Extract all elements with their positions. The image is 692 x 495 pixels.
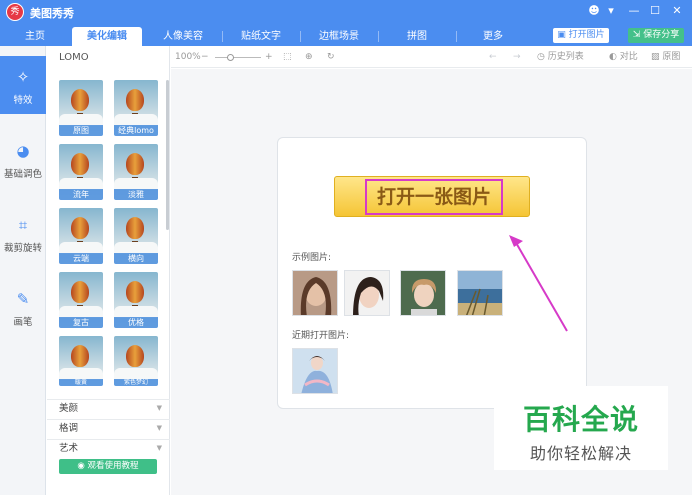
- effects-panel-heading: LOMO: [59, 52, 89, 63]
- maximize-button[interactable]: ☐: [647, 3, 663, 19]
- save-share-button[interactable]: ⇲ 保存分享: [628, 28, 684, 43]
- section-gediao[interactable]: 格调 ▼: [47, 419, 170, 436]
- tab-more[interactable]: 更多: [460, 27, 526, 46]
- effects-scrollbar[interactable]: [166, 80, 169, 230]
- effect-thumb-liunian[interactable]: 流年: [59, 144, 103, 200]
- tab-divider: [456, 31, 457, 42]
- effect-thumb-label: 流年: [59, 189, 103, 200]
- zoom-slider[interactable]: [215, 57, 261, 58]
- effect-thumb-youge[interactable]: 优格: [114, 272, 158, 328]
- category-effects[interactable]: ✧ 特效: [0, 56, 46, 114]
- skin-icon[interactable]: ☻: [586, 3, 602, 19]
- watermark-title: 百科全说: [522, 403, 639, 436]
- effect-thumb-label: 紫色梦幻: [114, 379, 158, 386]
- palette-icon: ◕: [16, 142, 30, 160]
- magic-wand-icon: ✧: [16, 68, 30, 86]
- section-label: 艺术: [59, 443, 79, 454]
- category-basic-color[interactable]: ◕ 基础调色: [0, 130, 46, 188]
- crop-icon: ⌗: [18, 216, 28, 234]
- title-bar: 秀 美图秀秀 ☻ ▾ — ☐ ✕: [0, 0, 692, 24]
- category-label: 特效: [13, 95, 33, 106]
- effect-thumb-original[interactable]: 原图: [59, 80, 103, 136]
- effects-panel: LOMO 原图 经典lomo 流年 淡雅 云端 横向 复古 优格 暖黄 紫色梦幻…: [47, 46, 170, 495]
- effect-thumb-label: 淡雅: [114, 189, 158, 200]
- actual-size-icon[interactable]: ⊕: [305, 51, 313, 63]
- save-share-label: 保存分享: [643, 30, 680, 40]
- close-button[interactable]: ✕: [669, 3, 685, 19]
- fit-screen-icon[interactable]: ⬚: [283, 51, 292, 63]
- effect-thumb-label: 经典lomo: [114, 125, 158, 136]
- rotate-icon[interactable]: ↻: [327, 51, 335, 63]
- category-crop-rotate[interactable]: ⌗ 裁剪旋转: [0, 204, 46, 262]
- effect-thumb-hengxiang[interactable]: 横向: [114, 208, 158, 264]
- tutorial-label: 观看使用教程: [87, 461, 139, 471]
- tab-divider: [378, 31, 379, 42]
- main-tab-bar: 主页 美化编辑 人像美容 贴纸文字 边框场景 拼图 更多 ▣ 打开图片 ⇲ 保存…: [0, 24, 692, 46]
- open-image-label: 打开图片: [568, 30, 605, 40]
- section-label: 格调: [59, 423, 79, 434]
- zoom-out-button[interactable]: −: [201, 51, 209, 63]
- category-label: 画笔: [13, 317, 33, 328]
- original-label: 原图: [662, 52, 681, 62]
- zoom-in-button[interactable]: +: [265, 51, 273, 63]
- effect-thumb-danya[interactable]: 淡雅: [114, 144, 158, 200]
- effect-thumb-yunduan[interactable]: 云端: [59, 208, 103, 264]
- tab-divider: [222, 31, 223, 42]
- original-button[interactable]: ▨ 原图: [651, 51, 680, 63]
- category-sidebar: ✧ 特效 ◕ 基础调色 ⌗ 裁剪旋转 ✎ 画笔: [0, 46, 46, 495]
- edit-toolbar: 100% − + ⬚ ⊕ ↻ ← → ◷ 历史列表 ◐ 对比 ▨ 原图: [171, 46, 692, 68]
- watermark: 百科全说 助你轻松解决: [494, 386, 668, 470]
- open-image-button[interactable]: ▣ 打开图片: [553, 28, 609, 43]
- zoom-level: 100%: [175, 52, 201, 62]
- minimize-button[interactable]: —: [626, 3, 642, 19]
- history-label: 历史列表: [547, 52, 584, 62]
- effect-thumb-label: 复古: [59, 317, 103, 328]
- category-brush[interactable]: ✎ 画笔: [0, 278, 46, 336]
- watermark-subtitle: 助你轻松解决: [529, 444, 632, 463]
- section-label: 美颜: [59, 403, 79, 414]
- menu-dropdown-icon[interactable]: ▾: [603, 3, 619, 19]
- tab-portrait[interactable]: 人像美容: [148, 27, 218, 46]
- tab-frames-scenes[interactable]: 边框场景: [304, 27, 374, 46]
- effect-thumb-label: 横向: [114, 253, 158, 264]
- category-label: 基础调色: [3, 169, 42, 180]
- history-button[interactable]: ◷ 历史列表: [537, 51, 584, 63]
- app-title: 美图秀秀: [30, 7, 74, 20]
- brush-icon: ✎: [16, 290, 30, 308]
- tab-stickers-text[interactable]: 贴纸文字: [226, 27, 296, 46]
- app-logo-icon: 秀: [6, 3, 24, 21]
- tab-collage[interactable]: 拼图: [382, 27, 452, 46]
- undo-icon[interactable]: ←: [489, 51, 497, 63]
- effect-thumb-label: 暖黄: [59, 379, 103, 386]
- watch-tutorial-button[interactable]: ◉ 观看使用教程: [59, 459, 157, 474]
- effect-thumb-fugu[interactable]: 复古: [59, 272, 103, 328]
- tab-divider: [300, 31, 301, 42]
- zoom-slider-knob[interactable]: [227, 54, 234, 61]
- chevron-down-icon: ▼: [156, 404, 162, 412]
- redo-icon[interactable]: →: [513, 51, 521, 63]
- section-meiyan[interactable]: 美颜 ▼: [47, 399, 170, 416]
- effect-thumb-label: 云端: [59, 253, 103, 264]
- effect-thumb-classic-lomo[interactable]: 经典lomo: [114, 80, 158, 136]
- category-label: 裁剪旋转: [3, 243, 42, 254]
- effect-thumb-label: 优格: [114, 317, 158, 328]
- effect-thumb-nuanhuang[interactable]: 暖黄: [59, 336, 103, 386]
- compare-label: 对比: [619, 52, 638, 62]
- tab-beautify-edit[interactable]: 美化编辑: [72, 27, 142, 46]
- chevron-down-icon: ▼: [156, 424, 162, 432]
- effect-thumb-zise-menghuan[interactable]: 紫色梦幻: [114, 336, 158, 386]
- chevron-down-icon: ▼: [156, 444, 162, 452]
- tab-home[interactable]: 主页: [6, 27, 64, 46]
- compare-button[interactable]: ◐ 对比: [609, 51, 638, 63]
- section-yishu[interactable]: 艺术 ▼: [47, 439, 170, 456]
- effect-thumb-label: 原图: [59, 125, 103, 136]
